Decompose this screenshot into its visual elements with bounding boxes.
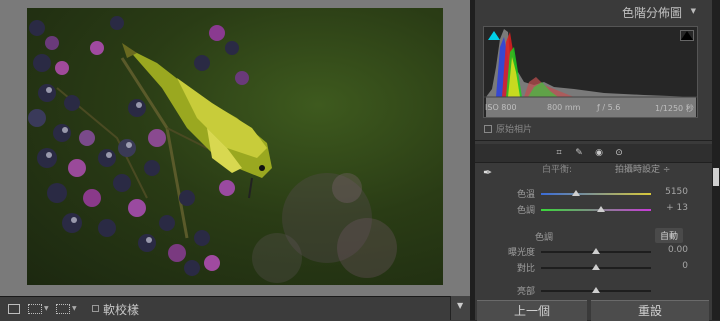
tint-slider-knob[interactable] [597,206,605,212]
auto-tone-button[interactable]: 自動 [655,228,684,243]
shadow-clipping-icon[interactable] [488,31,500,40]
exposure-slider-knob[interactable] [592,248,600,254]
contrast-value[interactable]: 0 [658,261,688,271]
compare-view-icon[interactable] [28,304,42,314]
before-after-icon[interactable] [56,304,70,314]
menu-arrow-icon: ▼ [457,301,464,310]
focal-length-readout: 800 mm [547,103,581,112]
highlights-slider-knob[interactable] [592,287,600,293]
white-balance-label: 白平衡: [542,165,573,175]
brush-icon[interactable]: ⊙ [613,147,625,159]
bird-photo-image [28,16,397,283]
shutter-readout: 1/1250 秒 [655,104,694,113]
soft-proof-checkbox[interactable] [92,305,99,312]
contrast-label: 對比 [516,264,535,274]
spot-removal-icon[interactable]: ✎ [573,147,585,159]
aperture-readout: ƒ / 5.6 [597,103,621,112]
tint-slider[interactable] [541,209,651,211]
exposure-value[interactable]: 0.00 [658,245,688,255]
soft-proof-label: 軟校樣 [103,303,140,317]
tool-strip: ⌗ ✎ ◉ ⊙ [475,144,712,162]
photo-preview[interactable] [27,8,443,285]
original-photo-label: 原始相片 [496,125,533,135]
eyedropper-icon[interactable]: ✒ [483,166,495,179]
photo-canvas [0,0,470,296]
tint-label: 色調 [516,206,535,216]
highlight-clipping-icon[interactable] [680,30,694,41]
divider [475,162,712,163]
iso-readout: ISO 800 [485,103,517,112]
loupe-view-icon[interactable] [8,304,20,314]
chevron-down-icon[interactable]: ▼ [44,305,49,312]
tone-section-title: 色調 [535,233,554,243]
develop-right-panel: 色階分佈圖 ▼ ISO 800 800 mm ƒ / 5.6 1/1250 秒 … [475,0,712,321]
contrast-slider-knob[interactable] [592,264,600,270]
crop-icon[interactable]: ⌗ [553,147,565,159]
toolbar-menu-button[interactable]: ▼ [450,296,471,320]
panel-scrollbar[interactable] [712,0,720,320]
highlights-label: 亮部 [516,287,535,297]
original-photo-checkbox[interactable] [484,125,492,133]
bottom-toolbar: ▼ ▼ 軟校樣 [0,296,470,321]
divider [475,140,712,141]
temp-slider-knob[interactable] [572,190,580,196]
histogram-panel-title[interactable]: 色階分佈圖 [622,4,682,21]
previous-button[interactable]: 上一個 [477,300,587,321]
lightroom-develop-window: ▼ ▼ 軟校樣 ▼ 色階分佈圖 ▼ ISO 800 800 mm ƒ / 5.6… [0,0,720,321]
temp-slider[interactable] [541,193,651,195]
tint-value[interactable]: + 13 [658,203,688,213]
chevron-down-icon[interactable]: ▼ [72,305,77,312]
scrollbar-thumb[interactable] [713,168,719,186]
collapse-arrow-icon[interactable]: ▼ [691,7,696,15]
white-balance-select[interactable]: 拍攝時設定 ÷ [615,162,670,175]
temp-value[interactable]: 5150 [658,187,688,197]
exposure-label: 曝光度 [507,248,535,258]
reset-button[interactable]: 重設 [591,300,709,321]
red-eye-icon[interactable]: ◉ [593,147,605,159]
temp-label: 色溫 [516,190,535,200]
